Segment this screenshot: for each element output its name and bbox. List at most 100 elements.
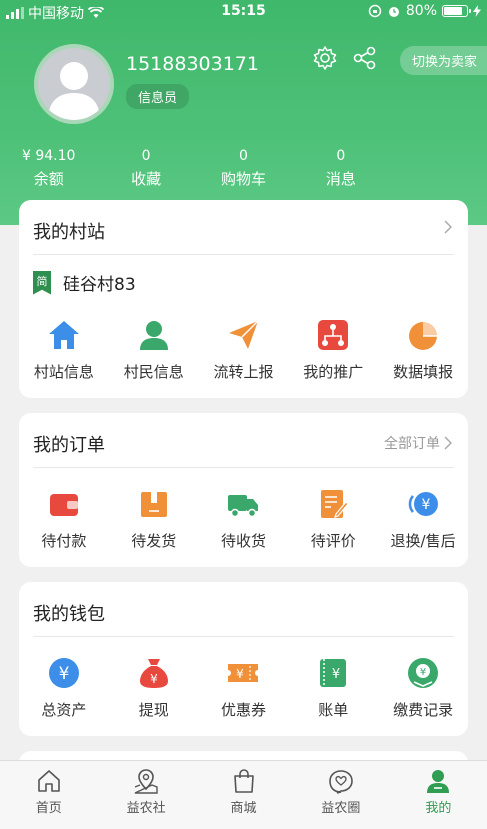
- pending-shipment-button[interactable]: 待发货: [109, 487, 199, 551]
- stat-value: 0: [141, 148, 151, 164]
- refund-icon: ¥: [408, 492, 439, 516]
- action-label: 总资产: [41, 701, 87, 719]
- stat-label: 购物车: [220, 170, 266, 188]
- action-label: 缴费记录: [393, 701, 454, 719]
- my-promotion-button[interactable]: 我的推广: [288, 318, 378, 382]
- station-row[interactable]: 简 硅谷村83: [33, 270, 136, 295]
- all-orders-label: 全部订单: [384, 436, 440, 452]
- stat-value: 0: [239, 148, 248, 164]
- stat-label: 消息: [325, 170, 356, 188]
- user-icon: [427, 770, 450, 793]
- chevron-right-icon: [444, 220, 452, 234]
- station-card-title: 我的村站: [33, 222, 105, 243]
- coupon-icon: ¥: [228, 664, 259, 682]
- data-entry-button[interactable]: 数据填报: [378, 318, 468, 382]
- bills-button[interactable]: ¥ 账单: [288, 656, 378, 720]
- pending-receipt-button[interactable]: 待收货: [199, 487, 289, 551]
- payment-record-icon: ¥: [408, 658, 439, 688]
- paper-plane-icon: [229, 320, 260, 349]
- action-label: 流转上报: [213, 363, 274, 381]
- refund-aftersale-button[interactable]: ¥ 退换/售后: [378, 487, 468, 551]
- package-icon: [140, 492, 167, 517]
- tab-label: 益农社: [126, 801, 166, 816]
- payment-records-button[interactable]: ¥ 缴费记录: [378, 656, 468, 720]
- rotation-lock-icon: [368, 4, 382, 18]
- divider: [33, 467, 454, 468]
- action-label: 村站信息: [33, 363, 94, 381]
- all-orders-link[interactable]: 全部订单: [384, 433, 452, 453]
- stat-messages[interactable]: 0 消息: [292, 148, 389, 189]
- pie-chart-icon: [409, 322, 438, 350]
- station-name: 硅谷村83: [63, 275, 136, 295]
- bill-icon: ¥: [320, 659, 347, 687]
- withdraw-button[interactable]: ¥ 提现: [109, 656, 199, 720]
- battery-icon: [442, 5, 471, 17]
- station-info-button[interactable]: 村站信息: [19, 318, 109, 382]
- battery-percent: 80%: [405, 3, 437, 19]
- stat-cart[interactable]: 0 购物车: [195, 148, 292, 189]
- stat-value: ¥ 94.10: [21, 148, 76, 164]
- tab-yinongquan[interactable]: 益农圈: [292, 761, 389, 829]
- wallet-actions: ¥ 总资产 ¥ 提现 ¥ 优惠券 ¥ 账单 ¥ 缴费记录: [19, 656, 468, 720]
- stat-value: 0: [336, 148, 346, 164]
- role-badge: 信息员: [126, 84, 190, 109]
- yen-circle-icon: ¥: [48, 658, 79, 688]
- action-label: 数据填报: [393, 363, 454, 381]
- action-label: 待收货: [220, 532, 266, 550]
- tab-mall[interactable]: 商城: [195, 761, 292, 829]
- station-card: 我的村站 简 硅谷村83 村站信息 村民信息 流转上报 我的推广 数据填报: [19, 200, 468, 398]
- action-label: 账单: [318, 701, 349, 719]
- svg-text:¥: ¥: [420, 667, 426, 678]
- tab-label: 益农圈: [321, 801, 361, 816]
- edit-note-icon: [321, 490, 350, 518]
- tab-yinongshe[interactable]: 益农社: [97, 761, 194, 829]
- share-icon[interactable]: [351, 44, 379, 72]
- stat-balance[interactable]: ¥ 94.10 余额: [0, 148, 97, 189]
- action-label: 待发货: [131, 532, 177, 550]
- profile-header: 中国移动 15:15 80% 15188303171 信息员 切换为卖家 ¥ 9…: [0, 0, 487, 225]
- transfer-report-button[interactable]: 流转上报: [199, 318, 289, 382]
- total-assets-button[interactable]: ¥ 总资产: [19, 656, 109, 720]
- svg-text:¥: ¥: [422, 497, 431, 513]
- alarm-icon: [388, 7, 399, 17]
- map-pin-icon: [134, 769, 158, 794]
- action-label: 待评价: [310, 532, 356, 550]
- action-label: 待付款: [41, 532, 87, 550]
- villager-info-button[interactable]: 村民信息: [109, 318, 199, 382]
- svg-text:¥: ¥: [237, 667, 245, 681]
- action-label: 提现: [138, 701, 169, 719]
- action-label: 我的推广: [303, 363, 364, 381]
- money-bag-icon: ¥: [139, 659, 168, 688]
- shopping-bag-icon: [233, 769, 254, 793]
- tab-label: 我的: [425, 801, 452, 816]
- settings-gear-icon[interactable]: [311, 44, 339, 72]
- station-card-more[interactable]: [444, 220, 452, 234]
- tab-mine[interactable]: 我的: [390, 761, 487, 829]
- svg-text:¥: ¥: [58, 664, 69, 684]
- avatar[interactable]: [34, 44, 114, 124]
- stat-favorites[interactable]: 0 收藏: [97, 148, 194, 189]
- pending-payment-button[interactable]: 待付款: [19, 487, 109, 551]
- person-icon: [139, 321, 168, 350]
- order-card: 我的订单 全部订单 待付款 待发货 待收货 待评价 ¥ 退换/售后: [19, 413, 468, 567]
- bottom-tab-bar: 首页 益农社 商城 益农圈 我的: [0, 760, 487, 829]
- tab-home[interactable]: 首页: [0, 761, 97, 829]
- wallet-card-title: 我的钱包: [33, 604, 105, 625]
- order-actions: 待付款 待发货 待收货 待评价 ¥ 退换/售后: [19, 487, 468, 551]
- action-label: 村民信息: [123, 363, 184, 381]
- switch-to-seller-button[interactable]: 切换为卖家: [399, 46, 487, 75]
- divider: [33, 254, 454, 255]
- coupons-button[interactable]: ¥ 优惠券: [199, 656, 289, 720]
- svg-text:¥: ¥: [332, 667, 340, 682]
- divider: [33, 636, 454, 637]
- action-label: 优惠券: [220, 701, 266, 719]
- pending-review-button[interactable]: 待评价: [288, 487, 378, 551]
- wallet-card: 我的钱包 ¥ 总资产 ¥ 提现 ¥ 优惠券 ¥ 账单 ¥ 缴费记录: [19, 582, 468, 736]
- home-outline-icon: [37, 770, 60, 792]
- truck-icon: [228, 495, 259, 518]
- action-label: 退换/售后: [390, 532, 456, 550]
- heart-chat-icon: [329, 770, 353, 794]
- stats-bar: ¥ 94.10 余额 0 收藏 0 购物车 0 消息: [0, 148, 487, 189]
- svg-text:¥: ¥: [150, 672, 158, 686]
- tab-label: 商城: [230, 801, 257, 816]
